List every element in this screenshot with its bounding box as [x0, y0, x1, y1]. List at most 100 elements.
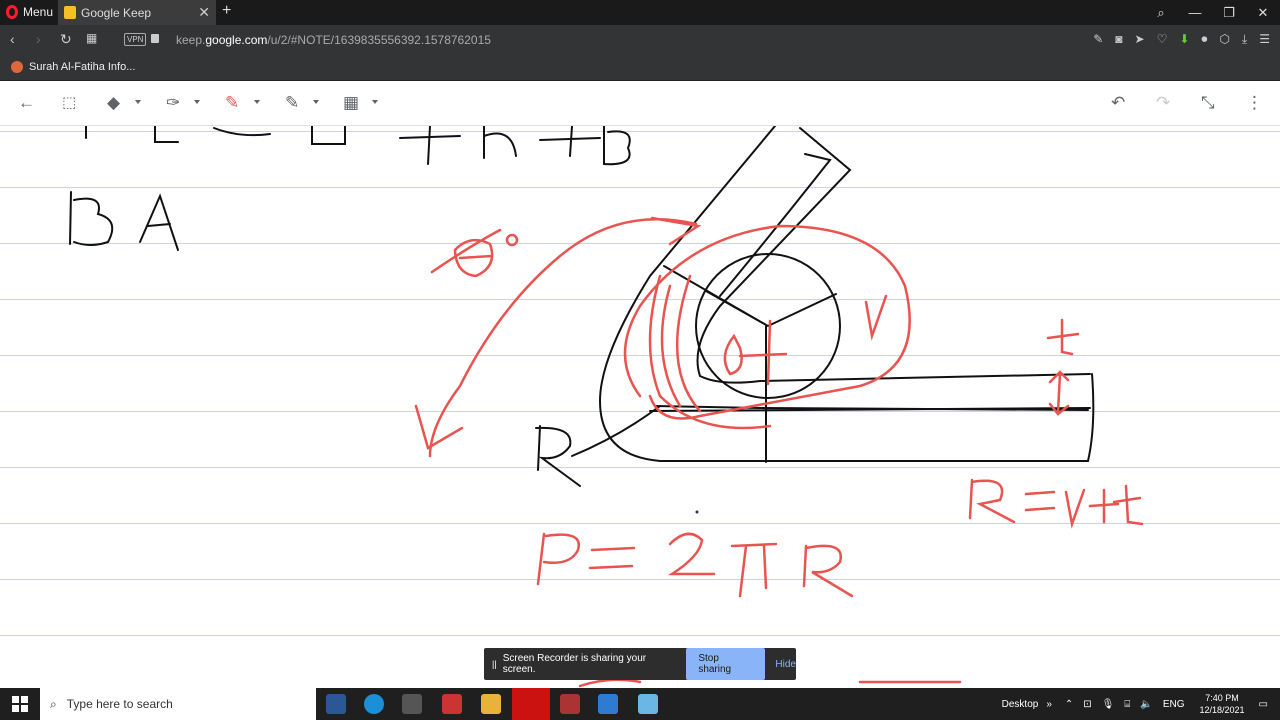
- share-message: Screen Recorder is sharing your screen.: [502, 653, 647, 675]
- small-theta: [723, 333, 743, 376]
- tabs-grid-icon[interactable]: ▦: [86, 31, 97, 45]
- url-prefix: keep.: [176, 33, 206, 47]
- meet-now-icon[interactable]: ⊡: [1083, 699, 1091, 710]
- top-stroke: [483, 126, 517, 159]
- clock[interactable]: 7:40 PM 12/18/2021: [1200, 692, 1245, 716]
- back-arrow-icon[interactable]: ←: [18, 93, 35, 113]
- formula-P-equals: [588, 546, 636, 570]
- letter-A: [139, 193, 179, 251]
- google-keep-icon: [64, 6, 76, 19]
- store-app-icon[interactable]: [402, 694, 422, 714]
- search-placeholder: Type here to search: [66, 697, 173, 711]
- screen-recorder-icon[interactable]: ⏺: [1201, 32, 1207, 47]
- window-controls: ⌕ — ❐ ✕: [1144, 0, 1280, 25]
- highlighter-caret-icon[interactable]: [313, 100, 319, 104]
- desktop-label[interactable]: Desktop: [1002, 699, 1039, 710]
- eraser-icon[interactable]: ◆: [107, 93, 120, 113]
- drawing-canvas[interactable]: [0, 126, 1280, 688]
- edit-icon[interactable]: ✎: [1093, 32, 1103, 47]
- pi-symbol: [730, 542, 778, 598]
- letter-B: [69, 191, 114, 246]
- notification-icon[interactable]: ▭: [1259, 699, 1268, 710]
- clock-date: 12/18/2021: [1199, 705, 1245, 715]
- search-tabs-icon[interactable]: ⌕: [1144, 0, 1178, 25]
- pen-icon[interactable]: ✑: [166, 93, 180, 113]
- exit-fullscreen-icon[interactable]: ⤡: [1201, 93, 1215, 113]
- redo-icon[interactable]: ↷: [1156, 93, 1170, 113]
- formula-R-final: [802, 544, 854, 598]
- winrar-app-icon[interactable]: [560, 694, 580, 714]
- windows-taskbar: ⌕ Type here to search Desktop » ⌃ ⊡ 🎙 ⌸ …: [0, 688, 1280, 720]
- grid-caret-icon[interactable]: [372, 100, 378, 104]
- url-field[interactable]: keep.google.com/u/2/#NOTE/1639835556392.…: [176, 33, 491, 47]
- restore-icon[interactable]: ❐: [1212, 0, 1246, 25]
- network-icon[interactable]: ⌸: [1124, 699, 1130, 710]
- hide-button[interactable]: Hide: [775, 659, 796, 670]
- close-window-icon[interactable]: ✕: [1246, 0, 1280, 25]
- forward-icon[interactable]: ›: [36, 31, 41, 47]
- browser-tab-strip: Menu Google Keep ✕ + ⌕ — ❐ ✕: [0, 0, 1280, 25]
- language-indicator[interactable]: ENG: [1163, 699, 1185, 710]
- stop-sharing-button[interactable]: Stop sharing: [686, 648, 766, 680]
- back-icon[interactable]: ‹: [10, 31, 15, 47]
- marker-caret-icon[interactable]: [254, 100, 260, 104]
- opera-taskbar-icon[interactable]: [512, 688, 550, 720]
- notes-app-icon[interactable]: [638, 694, 658, 714]
- system-tray: Desktop » ⌃ ⊡ 🎙 ⌸ 🔈 ENG 7:40 PM 12/18/20…: [1002, 688, 1280, 720]
- tray-overflow-icon[interactable]: »: [1046, 699, 1052, 710]
- vpn-badge[interactable]: VPN: [124, 33, 147, 46]
- reload-icon[interactable]: ↻: [60, 31, 72, 48]
- bookmark-label: Surah Al-Fatiha Info...: [29, 61, 136, 73]
- undo-icon[interactable]: ↶: [1111, 93, 1125, 113]
- bookmark-item[interactable]: Surah Al-Fatiha Info...: [11, 61, 135, 73]
- calculator-app-icon[interactable]: [326, 694, 346, 714]
- degree-mark: [505, 233, 519, 247]
- camera-icon[interactable]: ◙: [1115, 32, 1122, 47]
- digit-4: [738, 319, 788, 386]
- opera-menu-button[interactable]: Menu: [6, 5, 53, 19]
- eraser-caret-icon[interactable]: [135, 100, 141, 104]
- formula-R-letter: [968, 478, 1016, 524]
- downloads-icon[interactable]: ⤓: [1242, 32, 1247, 47]
- bookmark-favicon-icon: [11, 61, 23, 73]
- pause-icon: ||: [492, 659, 497, 669]
- R-pointer: [571, 405, 661, 457]
- menu-icon[interactable]: ☰: [1259, 32, 1270, 47]
- minimize-icon[interactable]: —: [1178, 0, 1212, 25]
- top-stroke: [213, 127, 271, 137]
- address-bar: ‹ › ↻ ▦ VPN keep.google.com/u/2/#NOTE/16…: [0, 25, 1280, 55]
- download-ext-icon[interactable]: ⬇: [1179, 32, 1189, 47]
- more-options-icon[interactable]: ⋮: [1246, 93, 1263, 113]
- belt-inner-edge: [719, 153, 832, 297]
- highlighter-icon[interactable]: ✎: [285, 93, 299, 113]
- tab-google-keep[interactable]: Google Keep ✕: [58, 0, 216, 25]
- top-stroke: [154, 126, 179, 143]
- select-icon[interactable]: ⬚: [62, 93, 76, 111]
- address-bar-actions: ✎ ◙ ➤ ♡ ⬇ ⏺ ⬡ ⤓ ☰: [1093, 32, 1270, 47]
- edge-app-icon[interactable]: [364, 694, 384, 714]
- send-icon[interactable]: ➤: [1135, 32, 1145, 47]
- taskbar-search-box[interactable]: ⌕ Type here to search: [40, 688, 316, 720]
- word-app-icon[interactable]: [598, 694, 618, 714]
- file-explorer-icon[interactable]: [481, 694, 501, 714]
- windows-start-icon[interactable]: [12, 696, 28, 712]
- cube-icon[interactable]: ⬡: [1219, 32, 1229, 47]
- tab-close-icon[interactable]: ✕: [198, 4, 210, 21]
- heart-icon[interactable]: ♡: [1157, 32, 1168, 47]
- grid-icon[interactable]: ▦: [343, 93, 359, 113]
- lock-icon[interactable]: [151, 34, 159, 43]
- digit-2: [667, 532, 716, 576]
- pen-caret-icon[interactable]: [194, 100, 200, 104]
- volume-icon[interactable]: 🔈: [1140, 699, 1152, 710]
- red-arrow-head-bottom: [414, 404, 464, 450]
- chevron-up-icon[interactable]: ⌃: [1065, 699, 1073, 710]
- new-tab-button[interactable]: +: [222, 2, 231, 20]
- screen-sharing-notice: || Screen Recorder is sharing your scree…: [484, 648, 796, 680]
- paint-app-icon[interactable]: [442, 694, 462, 714]
- microphone-icon[interactable]: 🎙: [1102, 699, 1115, 710]
- tab-title: Google Keep: [81, 5, 152, 20]
- bookmarks-bar: Surah Al-Fatiha Info...: [0, 55, 1280, 81]
- ink-dot: [695, 510, 699, 514]
- formula-r: [1064, 488, 1086, 529]
- marker-icon[interactable]: ✎: [225, 93, 239, 113]
